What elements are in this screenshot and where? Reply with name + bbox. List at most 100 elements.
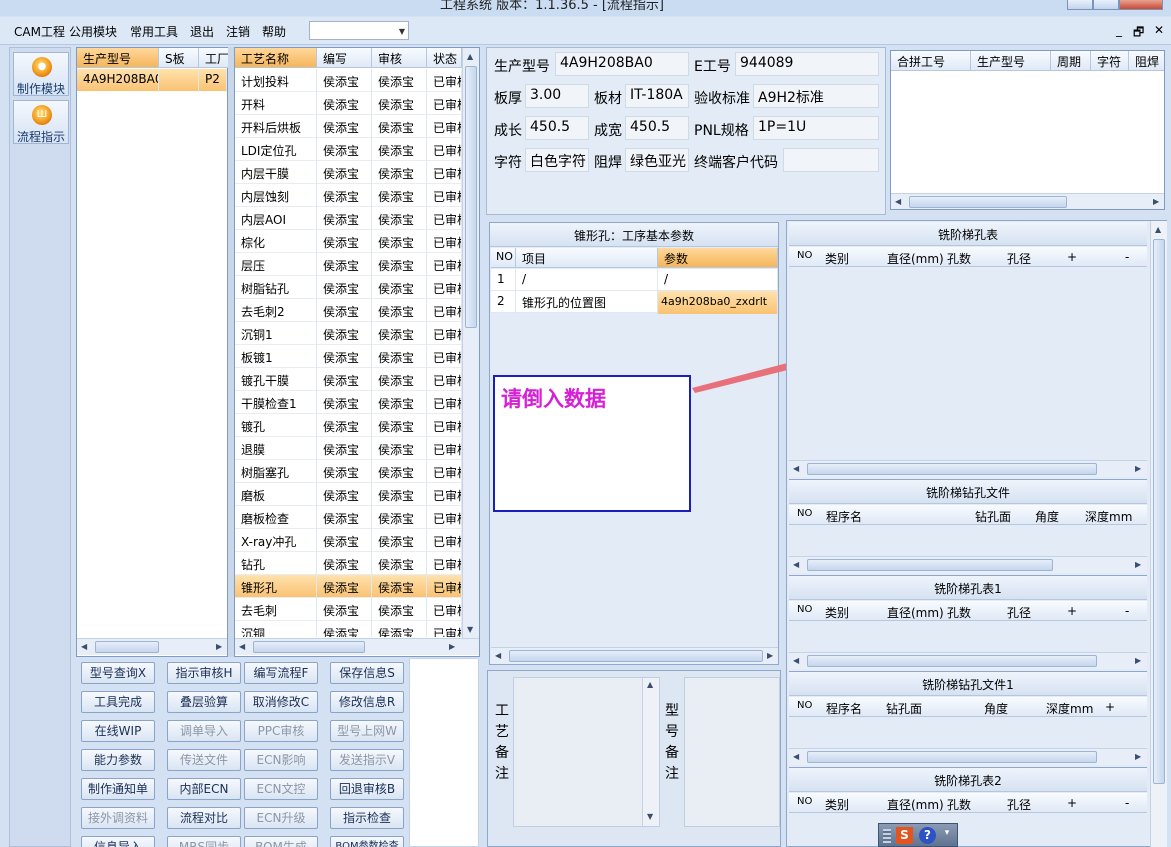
scroll-thumb[interactable] [807,751,1097,763]
add-column-button[interactable]: + [1105,700,1115,714]
scroll-thumb[interactable] [465,66,477,328]
ecn-impact-button[interactable]: ECN影响 [244,749,318,771]
process-grid-hscrollbar[interactable]: ◀ ▶ [235,638,479,655]
menu-cam[interactable]: CAM工程 [14,23,65,40]
table-row[interactable]: 层压侯添宝侯添宝已审核 [235,253,462,276]
col-author[interactable]: 编写 [317,48,372,68]
remove-column-button[interactable]: - [1125,796,1129,810]
params-grid-hscrollbar[interactable]: ◀ ▶ [491,647,778,664]
table-row[interactable]: 开料侯添宝侯添宝已审核 [235,92,462,115]
external-data-button[interactable]: 接外调资料 [81,807,155,829]
scroll-thumb[interactable] [253,641,365,653]
col-angle[interactable]: 角度 [984,700,1008,717]
table-row[interactable]: 内层AOI侯添宝侯添宝已审核 [235,207,462,230]
ecn-doc-control-button[interactable]: ECN文控 [244,778,318,800]
col-hole-count[interactable]: 孔数 [947,250,971,267]
col-no[interactable]: NO [797,250,812,261]
save-info-button[interactable]: 保存信息S [330,662,404,684]
section-hscrollbar[interactable]: ◀ ▶ [789,556,1147,573]
mrs-sync-button[interactable]: MRS同步 [167,836,241,847]
col-diameter[interactable]: 直径(mm) [887,604,944,621]
col-depth[interactable]: 深度mm [1085,508,1132,525]
scroll-left-icon[interactable]: ◀ [239,642,245,651]
ime-drag-handle[interactable] [883,829,891,843]
production-notice-button[interactable]: 制作通知单 [81,778,155,800]
bom-generate-button[interactable]: BOM生成 [244,836,318,847]
col-hole-count[interactable]: 孔数 [947,604,971,621]
remove-column-button[interactable]: - [1125,250,1129,264]
send-instruction-button[interactable]: 发送指示V [330,749,404,771]
field-material[interactable]: IT-180A [625,84,689,108]
process-notes-textarea[interactable]: ▲ ▼ [513,677,660,827]
col-no[interactable]: NO [797,604,812,615]
scroll-right-icon[interactable]: ▶ [1135,464,1141,473]
col-character[interactable]: 字符 [1091,51,1129,71]
remove-column-button[interactable]: - [1125,604,1129,618]
col-hole-count[interactable]: 孔数 [947,796,971,813]
right-panel-vscrollbar[interactable]: ▲ [1150,221,1167,847]
model-grid-hscrollbar[interactable]: ◀ ▶ [77,638,227,655]
table-row[interactable]: 磨板检查侯添宝侯添宝已审核 [235,506,462,529]
field-solder-mask[interactable]: 绿色亚光 [625,148,689,172]
scroll-left-icon[interactable]: ◀ [793,752,799,761]
col-angle[interactable]: 角度 [1035,508,1059,525]
table-row[interactable]: 内层蚀刻侯添宝侯添宝已审核 [235,184,462,207]
import-order-button[interactable]: 调单导入 [167,720,241,742]
col-drill-side[interactable]: 钻孔面 [886,700,922,717]
field-width[interactable]: 450.5 [625,116,689,140]
field-production-model[interactable]: 4A9H208BA0 [555,52,689,76]
scroll-thumb[interactable] [807,655,1097,667]
section-hscrollbar[interactable]: ◀ ▶ [789,652,1147,669]
field-customer-code[interactable] [783,148,879,172]
table-row[interactable]: 4A9H208BA0 P2 [77,69,227,92]
scroll-up-icon[interactable]: ▲ [647,680,653,689]
scroll-right-icon[interactable]: ▶ [767,651,773,660]
field-length[interactable]: 450.5 [525,116,589,140]
table-row[interactable]: 镀孔干膜侯添宝侯添宝已审核 [235,368,462,391]
model-query-button[interactable]: 型号查询X [81,662,155,684]
scroll-right-icon[interactable]: ▶ [449,642,455,651]
table-row[interactable]: LDI定位孔侯添宝侯添宝已审核 [235,138,462,161]
table-row[interactable]: 去毛刺2侯添宝侯添宝已审核 [235,299,462,322]
scroll-down-icon[interactable]: ▼ [647,812,653,821]
scroll-thumb[interactable] [509,650,763,662]
col-hole-size[interactable]: 孔径 [1007,250,1031,267]
col-solder-mask[interactable]: 阻焊 [1129,51,1164,71]
scroll-right-icon[interactable]: ▶ [216,642,222,651]
close-window-button[interactable] [1119,0,1163,10]
col-no[interactable]: NO [797,508,812,519]
edit-flow-button[interactable]: 编写流程F [244,662,318,684]
col-hole-size[interactable]: 孔径 [1007,604,1031,621]
table-row[interactable]: 1 / / [491,269,778,292]
field-acceptance[interactable]: A9H2标准 [753,84,879,108]
col-drill-side[interactable]: 钻孔面 [975,508,1011,525]
table-row[interactable]: 磨板侯添宝侯添宝已审核 [235,483,462,506]
col-program[interactable]: 程序名 [826,700,862,717]
minimize-window-button[interactable] [1067,0,1093,10]
menu-help[interactable]: 帮助 [262,23,286,40]
mdi-minimize-button[interactable]: _ [1116,23,1122,37]
table-row[interactable]: 沉铜侯添宝侯添宝已审核 [235,621,462,637]
field-pnl[interactable]: 1P=1U [753,116,879,140]
table-row[interactable]: 计划投料侯添宝侯添宝已审核 [235,69,462,92]
scroll-up-icon[interactable]: ▲ [467,52,473,61]
table-row[interactable]: 树脂钻孔侯添宝侯添宝已审核 [235,276,462,299]
scroll-thumb[interactable] [909,196,1067,208]
scroll-thumb[interactable] [1153,239,1165,784]
table-row[interactable]: 内层干膜侯添宝侯添宝已审核 [235,161,462,184]
col-hole-size[interactable]: 孔径 [1007,796,1031,813]
field-character[interactable]: 白色字符 [525,148,589,172]
scroll-right-icon[interactable]: ▶ [1135,560,1141,569]
notes-vscrollbar[interactable]: ▲ ▼ [642,678,659,826]
section-hscrollbar[interactable]: ◀ ▶ [789,460,1147,477]
col-item[interactable]: 项目 [516,248,658,268]
col-cycle[interactable]: 周期 [1051,51,1091,71]
scroll-left-icon[interactable]: ◀ [793,656,799,665]
maximize-window-button[interactable] [1093,0,1119,10]
col-no[interactable]: NO [797,700,812,711]
modify-info-button[interactable]: 修改信息R [330,691,404,713]
cancel-edit-button[interactable]: 取消修改C [244,691,318,713]
col-s-board[interactable]: S板 [159,48,199,68]
col-category[interactable]: 类别 [825,796,849,813]
instruction-review-button[interactable]: 指示审核H [167,662,241,684]
